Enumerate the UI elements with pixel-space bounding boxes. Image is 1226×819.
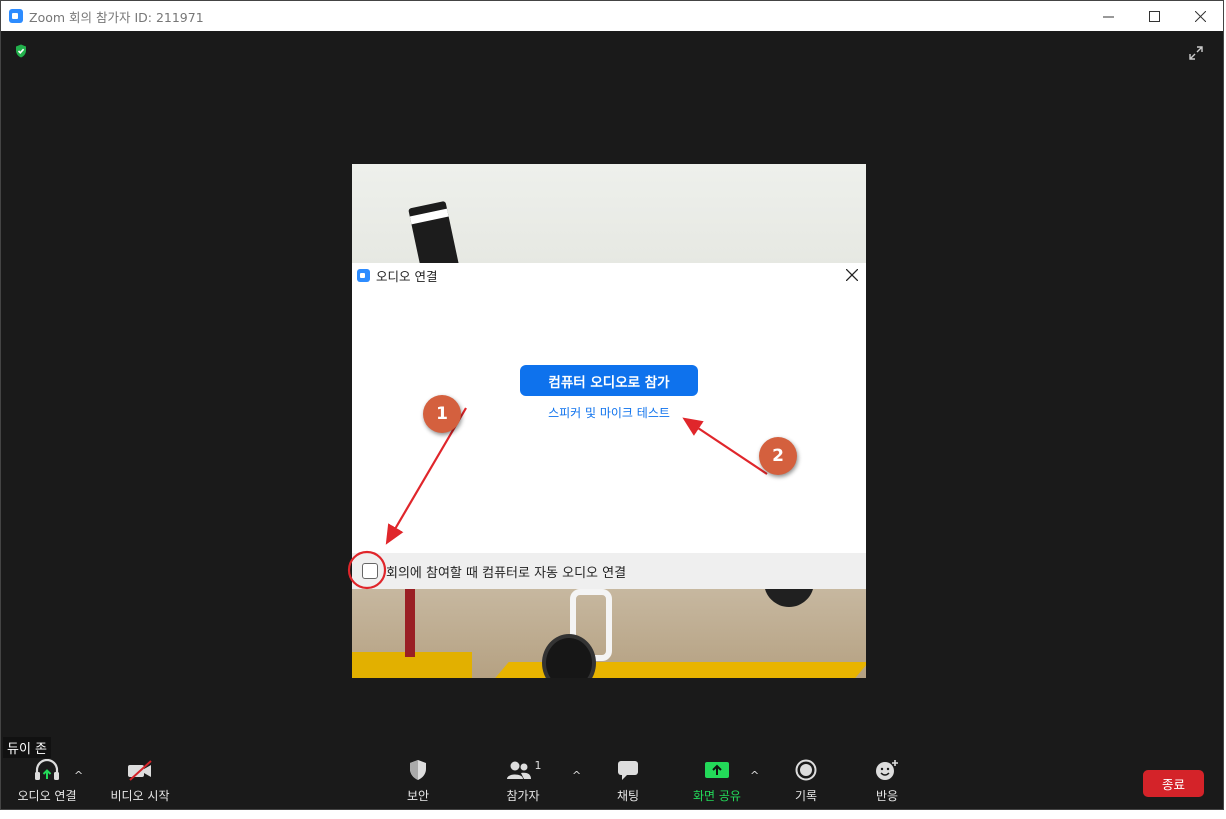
- participants-label: 참가자: [506, 789, 540, 803]
- annotation-badge-1: 1: [423, 395, 461, 433]
- test-speaker-mic-label[interactable]: 스피커 및 마이크 테스트: [548, 406, 670, 420]
- dialog-title: 오디오 연결: [376, 268, 438, 284]
- minimize-button[interactable]: [1085, 1, 1131, 31]
- reactions-label: 반응: [875, 789, 899, 803]
- reactions-button[interactable]: 반응: [847, 759, 927, 804]
- video-off-icon: [128, 760, 152, 781]
- headphone-icon: [35, 759, 59, 780]
- dialog-title-bar: 오디오 연결: [352, 263, 866, 287]
- reaction-smiley-icon: [876, 760, 898, 780]
- minimize-icon: [1102, 16, 1114, 17]
- chat-bubble-icon: [618, 761, 638, 780]
- participants-count: 1: [534, 758, 542, 772]
- video-button[interactable]: 비디오 시작: [100, 759, 180, 804]
- share-options-caret-icon[interactable]: ^: [750, 769, 759, 782]
- end-meeting-button[interactable]: 종료: [1143, 770, 1204, 797]
- zoom-logo-icon: [9, 9, 23, 23]
- fullscreen-icon[interactable]: [1189, 46, 1203, 60]
- close-icon: [1194, 10, 1206, 22]
- share-screen-label: 화면 공유: [693, 789, 741, 803]
- maximize-icon: [1148, 10, 1160, 22]
- zoom-window: Zoom 회의 참가자 ID: 211971 오디오 연결 컴퓨터 오디오로 참…: [0, 0, 1224, 810]
- participant-name-tag: 듀이 존: [3, 737, 52, 758]
- security-button[interactable]: 보안: [378, 759, 458, 804]
- chat-button[interactable]: 채팅: [588, 759, 668, 804]
- join-computer-audio-button[interactable]: 컴퓨터 오디오로 참가: [520, 365, 698, 396]
- record-icon: [795, 759, 817, 781]
- dialog-close-icon[interactable]: [846, 269, 858, 281]
- participants-icon: [506, 761, 531, 779]
- maximize-button[interactable]: [1131, 1, 1177, 31]
- close-window-button[interactable]: [1177, 1, 1223, 31]
- zoom-logo-icon: [357, 268, 370, 282]
- share-screen-button[interactable]: 화면 공유: [677, 759, 757, 804]
- share-screen-icon: [705, 762, 729, 778]
- red-ribbon: [405, 589, 415, 657]
- audio-label: 오디오 연결: [17, 789, 77, 803]
- meeting-toolbar: 오디오 연결 ^ 비디오 시작 보안 1 참가자 ^ 채팅 화면 공유 ^ 기록…: [1, 759, 1225, 809]
- dialog-footer: 회의에 참여할 때 컴퓨터로 자동 오디오 연결: [352, 553, 866, 589]
- record-label: 기록: [794, 789, 818, 803]
- encryption-shield-icon[interactable]: [13, 43, 29, 59]
- window-title: Zoom 회의 참가자 ID: 211971: [29, 9, 204, 25]
- security-label: 보안: [406, 789, 430, 803]
- security-shield-icon: [410, 760, 426, 780]
- annotation-badge-2: 2: [759, 437, 797, 475]
- title-bar: Zoom 회의 참가자 ID: 211971: [1, 1, 1223, 31]
- participants-options-caret-icon[interactable]: ^: [572, 769, 581, 782]
- auto-connect-checkbox[interactable]: [362, 563, 378, 579]
- participants-button[interactable]: 1 참가자: [483, 759, 563, 804]
- auto-connect-label[interactable]: 회의에 참여할 때 컴퓨터로 자동 오디오 연결: [386, 562, 626, 581]
- chat-label: 채팅: [616, 789, 640, 803]
- audio-options-caret-icon[interactable]: ^: [74, 769, 83, 782]
- record-button[interactable]: 기록: [766, 759, 846, 804]
- video-label: 비디오 시작: [110, 789, 170, 803]
